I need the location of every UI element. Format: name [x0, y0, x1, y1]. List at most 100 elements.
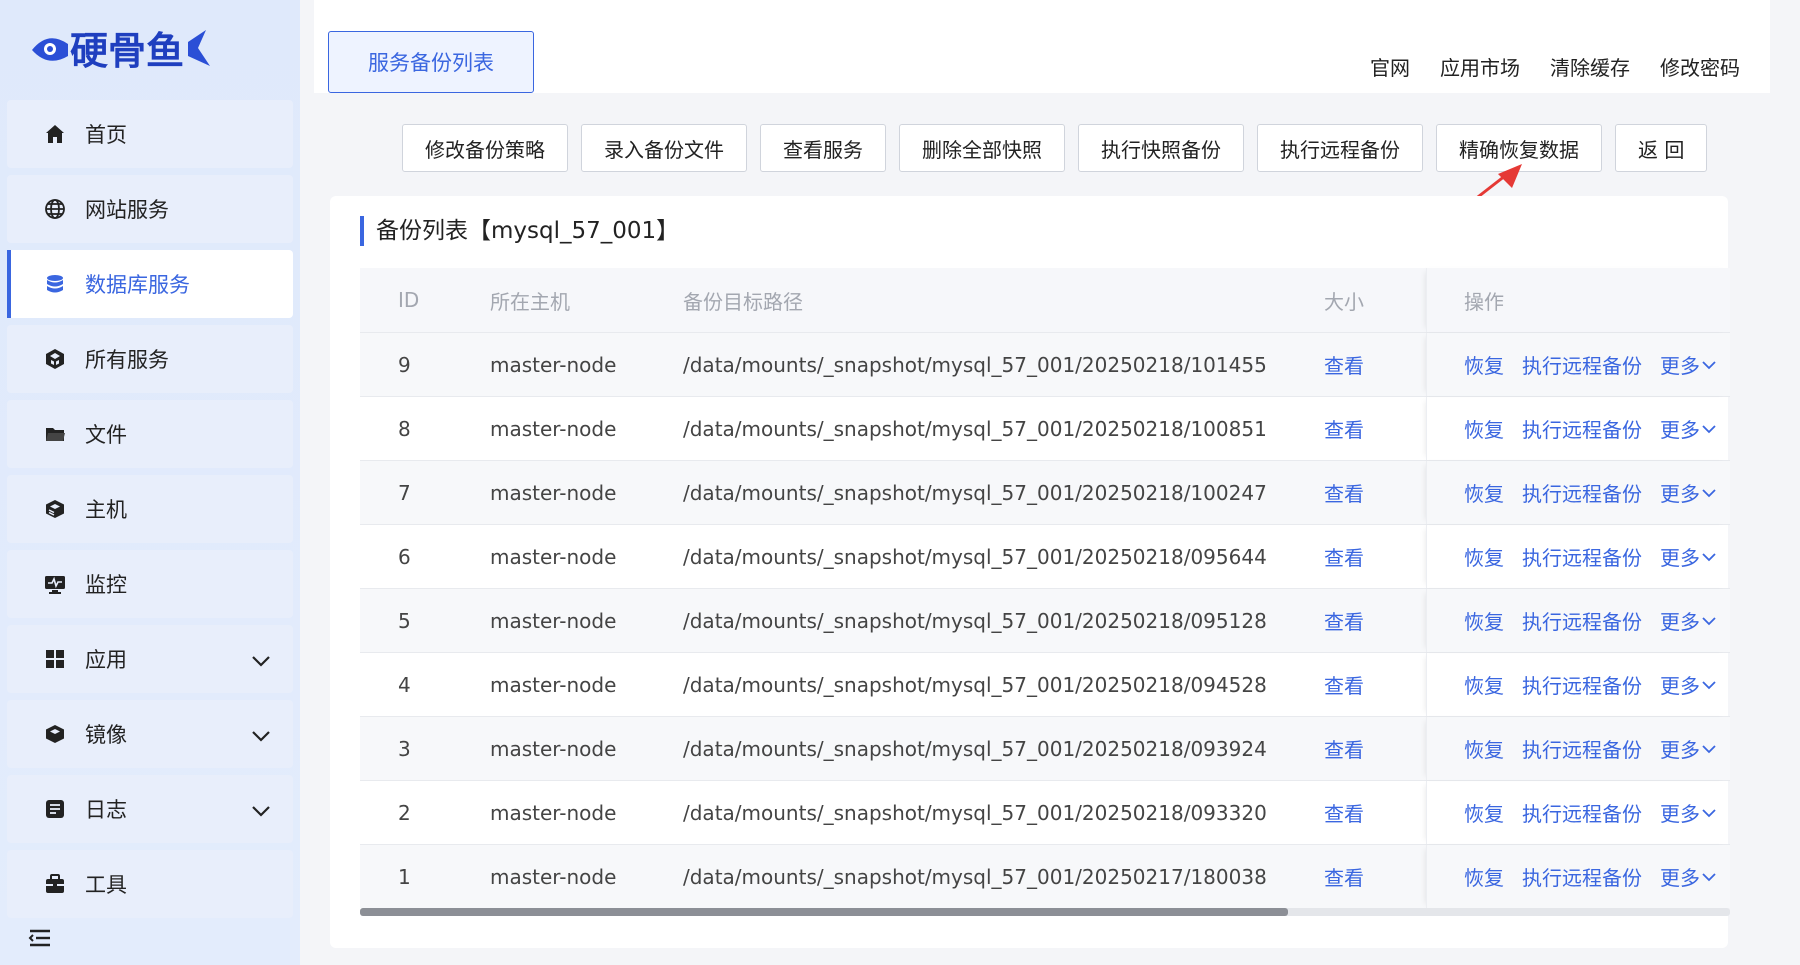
table-row: 8 master-node/data/mounts/_snapshot/mysql… — [360, 396, 1730, 460]
cell-host: master-node — [490, 416, 617, 441]
cell-actions: 恢复 执行远程备份 更多 — [1426, 653, 1730, 716]
remote-backup-link[interactable]: 执行远程备份 — [1522, 606, 1642, 635]
database-icon — [43, 272, 67, 296]
official-site-link[interactable]: 官网 — [1370, 52, 1410, 81]
restore-link[interactable]: 恢复 — [1464, 350, 1504, 379]
sidebar-item-web-services[interactable]: 网站服务 — [7, 175, 293, 243]
change-password-link[interactable]: 修改密码 — [1660, 52, 1740, 81]
chevron-down-icon[interactable] — [251, 649, 271, 673]
remote-backup-link[interactable]: 执行远程备份 — [1522, 670, 1642, 699]
sidebar-item-home[interactable]: 首页 — [7, 100, 293, 168]
more-dropdown[interactable]: 更多 — [1660, 350, 1716, 379]
cell-host: master-node — [490, 672, 617, 697]
more-dropdown[interactable]: 更多 — [1660, 670, 1716, 699]
sidebar-item-label: 首页 — [85, 123, 127, 147]
cell-path: /data/mounts/_snapshot/mysql_57_001/2025… — [683, 352, 1267, 377]
table-body: 9 master-node/data/mounts/_snapshot/mysql… — [360, 332, 1730, 908]
view-size-link[interactable]: 查看 — [1324, 802, 1364, 826]
logo-fish-icon: 硬骨鱼 — [32, 29, 210, 73]
cell-size: 查看 — [1300, 350, 1426, 379]
restore-link[interactable]: 恢复 — [1464, 478, 1504, 507]
horizontal-scrollbar[interactable] — [360, 908, 1730, 916]
view-size-link[interactable]: 查看 — [1324, 354, 1364, 378]
toolbox-icon — [43, 872, 67, 896]
more-dropdown[interactable]: 更多 — [1660, 478, 1716, 507]
more-dropdown[interactable]: 更多 — [1660, 606, 1716, 635]
app-market-link[interactable]: 应用市场 — [1440, 52, 1520, 81]
collapse-menu-icon[interactable] — [28, 928, 52, 952]
cell-path: /data/mounts/_snapshot/mysql_57_001/2025… — [683, 480, 1267, 505]
restore-link[interactable]: 恢复 — [1464, 606, 1504, 635]
import-backup-file-button[interactable]: 录入备份文件 — [581, 124, 747, 172]
chevron-down-icon — [1702, 488, 1716, 497]
chevron-down-icon[interactable] — [251, 724, 271, 748]
view-service-button[interactable]: 查看服务 — [760, 124, 886, 172]
sidebar-item-label: 日志 — [85, 798, 127, 822]
view-size-link[interactable]: 查看 — [1324, 738, 1364, 762]
remote-backup-link[interactable]: 执行远程备份 — [1522, 734, 1642, 763]
table-row: 4 master-node/data/mounts/_snapshot/mysql… — [360, 652, 1730, 716]
scrollbar-thumb[interactable] — [360, 908, 1288, 916]
column-header-path: 备份目标路径 — [683, 289, 803, 314]
cell-actions: 恢复 执行远程备份 更多 — [1426, 525, 1730, 588]
view-size-link[interactable]: 查看 — [1324, 674, 1364, 698]
restore-link[interactable]: 恢复 — [1464, 542, 1504, 571]
sidebar-item-tools[interactable]: 工具 — [7, 850, 293, 918]
view-size-link[interactable]: 查看 — [1324, 610, 1364, 634]
sidebar-item-files[interactable]: 文件 — [7, 400, 293, 468]
delete-all-snapshots-button[interactable]: 删除全部快照 — [899, 124, 1065, 172]
more-dropdown[interactable]: 更多 — [1660, 798, 1716, 827]
view-size-link[interactable]: 查看 — [1324, 546, 1364, 570]
run-snapshot-backup-button[interactable]: 执行快照备份 — [1078, 124, 1244, 172]
more-dropdown[interactable]: 更多 — [1660, 414, 1716, 443]
more-label: 更多 — [1660, 674, 1700, 698]
restore-link[interactable]: 恢复 — [1464, 414, 1504, 443]
more-label: 更多 — [1660, 738, 1700, 762]
restore-link[interactable]: 恢复 — [1464, 862, 1504, 891]
back-button[interactable]: 返 回 — [1615, 124, 1708, 172]
restore-link[interactable]: 恢复 — [1464, 734, 1504, 763]
more-dropdown[interactable]: 更多 — [1660, 734, 1716, 763]
column-header-size: 大小 — [1324, 289, 1364, 314]
sidebar-item-hosts[interactable]: 主机 — [7, 475, 293, 543]
column-header-host: 所在主机 — [490, 289, 570, 314]
sidebar-item-apps[interactable]: 应用 — [7, 625, 293, 693]
more-dropdown[interactable]: 更多 — [1660, 862, 1716, 891]
cell-size: 查看 — [1300, 670, 1426, 699]
box-icon — [43, 722, 67, 746]
sidebar-item-logs[interactable]: 日志 — [7, 775, 293, 843]
view-size-link[interactable]: 查看 — [1324, 418, 1364, 442]
chevron-down-icon — [1702, 616, 1716, 625]
server-icon — [43, 497, 67, 521]
chevron-down-icon — [1702, 744, 1716, 753]
table-row: 6 master-node/data/mounts/_snapshot/mysql… — [360, 524, 1730, 588]
remote-backup-link[interactable]: 执行远程备份 — [1522, 862, 1642, 891]
apps-grid-icon — [43, 647, 67, 671]
more-dropdown[interactable]: 更多 — [1660, 542, 1716, 571]
restore-link[interactable]: 恢复 — [1464, 798, 1504, 827]
cell-actions: 恢复 执行远程备份 更多 — [1426, 589, 1730, 652]
sidebar-item-images[interactable]: 镜像 — [7, 700, 293, 768]
cell-host: master-node — [490, 544, 617, 569]
remote-backup-link[interactable]: 执行远程备份 — [1522, 478, 1642, 507]
sidebar-item-all-services[interactable]: 所有服务 — [7, 325, 293, 393]
restore-link[interactable]: 恢复 — [1464, 670, 1504, 699]
chevron-down-icon[interactable] — [251, 799, 271, 823]
remote-backup-link[interactable]: 执行远程备份 — [1522, 414, 1642, 443]
sidebar-item-label: 工具 — [85, 873, 127, 897]
tab-service-backup-list[interactable]: 服务备份列表 — [328, 31, 534, 93]
cell-path: /data/mounts/_snapshot/mysql_57_001/2025… — [683, 608, 1267, 633]
view-size-link[interactable]: 查看 — [1324, 866, 1364, 890]
view-size-link[interactable]: 查看 — [1324, 482, 1364, 506]
cell-actions: 恢复 执行远程备份 更多 — [1426, 781, 1730, 844]
clear-cache-link[interactable]: 清除缓存 — [1550, 52, 1630, 81]
edit-backup-policy-button[interactable]: 修改备份策略 — [402, 124, 568, 172]
sidebar-item-database-services[interactable]: 数据库服务 — [7, 250, 293, 318]
logo[interactable]: 硬骨鱼 — [28, 18, 218, 78]
table-row: 1 master-node/data/mounts/_snapshot/mysql… — [360, 844, 1730, 908]
remote-backup-link[interactable]: 执行远程备份 — [1522, 798, 1642, 827]
sidebar-item-monitoring[interactable]: 监控 — [7, 550, 293, 618]
cell-id: 5 — [398, 608, 411, 633]
remote-backup-link[interactable]: 执行远程备份 — [1522, 542, 1642, 571]
remote-backup-link[interactable]: 执行远程备份 — [1522, 350, 1642, 379]
